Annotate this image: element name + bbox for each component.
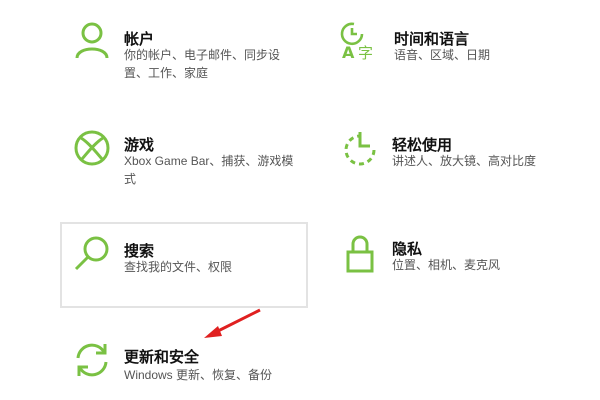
svg-text:字: 字 — [358, 44, 373, 60]
xbox-icon — [72, 128, 112, 168]
tile-privacy[interactable]: 隐私 位置、相机、麦克风 — [330, 222, 570, 302]
tile-gaming[interactable]: 游戏 Xbox Game Bar、捕获、游戏模式 — [62, 122, 302, 202]
tile-search[interactable]: 搜索 查找我的文件、权限 — [60, 222, 308, 308]
tile-description: Xbox Game Bar、捕获、游戏模式 — [124, 154, 294, 186]
tile-description: Windows 更新、恢复、备份 — [124, 368, 273, 382]
tile-update-security[interactable]: 更新和安全 Windows 更新、恢复、备份 — [62, 330, 302, 390]
tile-accounts[interactable]: 帐户 你的帐户、电子邮件、同步设置、工作、家庭 — [62, 14, 302, 94]
person-icon — [72, 20, 112, 60]
svg-text:A: A — [342, 43, 355, 60]
ease-of-access-icon — [340, 130, 380, 170]
tile-description: 讲述人、放大镜、高对比度 — [392, 154, 537, 168]
tile-description: 查找我的文件、权限 — [124, 260, 233, 274]
time-language-icon: A 字 — [338, 20, 378, 60]
lock-icon — [340, 234, 380, 274]
search-icon — [72, 234, 112, 274]
tile-title: 更新和安全 — [124, 349, 200, 366]
tile-description: 位置、相机、麦克风 — [392, 258, 501, 272]
annotation-arrow-icon — [204, 308, 261, 338]
tile-description: 你的帐户、电子邮件、同步设置、工作、家庭 — [124, 48, 281, 80]
sync-icon — [72, 340, 112, 380]
tile-description: 语音、区域、日期 — [394, 48, 491, 62]
tile-time-language[interactable]: A 字 时间和语言 语音、区域、日期 — [330, 14, 570, 94]
tile-ease-of-access[interactable]: 轻松使用 讲述人、放大镜、高对比度 — [330, 122, 570, 202]
